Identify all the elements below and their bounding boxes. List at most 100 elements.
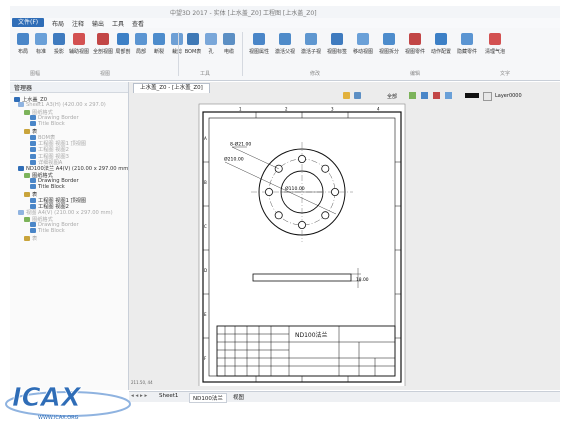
tree-node-icon	[30, 141, 36, 147]
line-weight-icon[interactable]	[483, 92, 492, 101]
sheet-tab-2[interactable]: ND100法兰	[189, 393, 227, 403]
view-toolbar: 全部 Layer0000	[309, 92, 559, 102]
view-label-button[interactable]: 视图标签	[324, 30, 350, 62]
tree-item[interactable]: Title Block	[30, 228, 65, 234]
tree-item[interactable]: Drawing Border	[30, 177, 79, 184]
bolt-hole	[330, 188, 339, 197]
tree-item[interactable]: Drawing Border	[30, 114, 79, 121]
icax-logo: ICAX WWW.ICAX.ORG	[5, 383, 131, 421]
motion-config-button[interactable]: 动作配置	[428, 30, 454, 62]
color-icon[interactable]	[409, 92, 416, 99]
tree-item-label: Sheet1 A3(H) (420.00 x 297.0)	[26, 102, 106, 109]
logo-url: WWW.ICAX.ORG	[38, 415, 79, 421]
tree-item-label: Drawing Border	[38, 222, 79, 228]
pencil-icon[interactable]	[343, 92, 350, 99]
tree-node-icon	[30, 204, 36, 210]
dim-pcd[interactable]: Ø210.00	[224, 156, 244, 163]
ribbon-separator	[242, 32, 243, 76]
tree-node-icon	[30, 114, 36, 120]
app-window: 中望3D 2017 - 实体 [上水盖_Z0] 工程图 [上水盖_Z0] 文件(…	[0, 0, 572, 428]
tree-item-label: Drawing Border	[38, 177, 79, 184]
tree-item[interactable]: Sheet1 A3(H) (420.00 x 297.0)	[18, 102, 106, 108]
menu-item-layout[interactable]: 布局	[52, 19, 64, 28]
tree-node-icon	[18, 166, 24, 172]
zone-row-c: C	[204, 224, 207, 229]
window-title: 中望3D 2017 - 实体 [上水盖_Z0] 工程图 [上水盖_Z0]	[170, 10, 317, 17]
tree-item[interactable]: Title Block	[30, 121, 65, 127]
split-view-icon	[383, 33, 395, 45]
view-part-button[interactable]: 视图零件	[402, 30, 428, 62]
ribbon-group-view: 视图	[100, 71, 111, 77]
dim-bore[interactable]: Ø110.00	[285, 185, 305, 192]
document-tab[interactable]: 上水盖_Z0 - [上水盖_Z0]	[133, 83, 210, 93]
view-cube-icon[interactable]	[354, 92, 361, 99]
zone-row-a: A	[204, 136, 207, 141]
manager-panel: 管理器 上水盖_Z0 Sheet1 A3(H) (420.00 x 297.0) 图…	[10, 82, 130, 390]
panel-title: 管理器	[14, 85, 33, 92]
dim-thickness[interactable]: 18.00	[356, 277, 369, 283]
split-view-button[interactable]: 视图拆分	[376, 30, 402, 62]
sheet-tab-3[interactable]: 视图	[233, 393, 244, 401]
tree-node-icon	[30, 160, 36, 165]
hide-part-icon	[461, 33, 473, 45]
view-properties-button[interactable]: 视图属性	[246, 30, 272, 62]
activate-child-button[interactable]: 激活子视	[298, 30, 324, 62]
tree-item-label: Title Block	[38, 184, 65, 191]
logo-text: ICAX	[12, 383, 83, 413]
hide-part-button[interactable]: 隐藏零件	[454, 30, 480, 62]
panel-header: 管理器	[10, 82, 128, 93]
ribbon-group-edit: 编辑	[410, 71, 421, 77]
aux-view-icon	[73, 33, 85, 45]
bolt-hole	[321, 164, 330, 173]
tree-item[interactable]: Title Block	[30, 184, 65, 190]
app-menu-button[interactable]: 文件(F)	[12, 18, 45, 27]
menu-item-annotate[interactable]: 注释	[72, 19, 84, 28]
bolt-hole	[297, 221, 306, 230]
activate-parent-button[interactable]: 激活父视	[272, 30, 298, 62]
move-view-button[interactable]: 移动视图	[350, 30, 376, 62]
sheet-tab-1[interactable]: Sheet1	[159, 393, 178, 399]
bolt-hole	[274, 211, 283, 220]
title-block-name: ND100法兰	[295, 331, 328, 339]
tree-node-icon	[30, 222, 36, 227]
clean-balloon-button[interactable]: 清理气泡	[482, 30, 508, 62]
move-view-icon	[357, 33, 369, 45]
motion-config-icon	[435, 33, 447, 45]
zone-row-d: D	[204, 268, 207, 273]
tree-item-label: Title Block	[38, 121, 65, 128]
aux-view-button[interactable]: 辅助视图	[66, 30, 92, 62]
tree-node-icon	[24, 235, 30, 241]
bolt-hole	[321, 211, 330, 220]
drawing-canvas[interactable]: 1 2 3 4 A B C D E F 8-Ø21.00 Ø210.00 Ø11…	[129, 102, 560, 386]
activate-child-icon	[305, 33, 317, 45]
layer-select[interactable]: Layer0000	[495, 93, 522, 99]
tree-node-icon	[30, 153, 36, 159]
view-properties-icon	[253, 33, 265, 45]
ribbon-separator	[178, 32, 179, 76]
menu-item-view[interactable]: 查看	[132, 19, 144, 28]
bolt-hole	[297, 155, 306, 164]
tree-node-icon	[30, 121, 36, 127]
style-icon[interactable]	[433, 92, 440, 99]
tree-item[interactable]: Drawing Border	[30, 222, 79, 228]
dim-bolt-holes[interactable]: 8-Ø21.00	[230, 141, 251, 148]
line-color-swatch[interactable]	[465, 93, 479, 98]
linetype-icon[interactable]	[421, 92, 428, 99]
tree-item[interactable]: 表	[24, 235, 37, 242]
ribbon-group-text: 文字	[500, 71, 511, 77]
snap-icon[interactable]	[445, 92, 452, 99]
ribbon-group-tools: 工具	[200, 71, 211, 77]
tree-node-icon	[30, 147, 36, 153]
menu-item-tools[interactable]: 工具	[112, 19, 124, 28]
document-area: 上水盖_Z0 - [上水盖_Z0] 全部 Layer0000 1 2 3 4 A…	[129, 82, 560, 390]
activate-parent-icon	[279, 33, 291, 45]
tree-node-icon	[30, 134, 36, 140]
tree-node-icon	[24, 216, 30, 222]
cable-button[interactable]: 电缆	[216, 30, 242, 62]
display-filter[interactable]: 全部	[387, 93, 397, 100]
menu-item-output[interactable]: 输出	[92, 19, 104, 28]
tree-node-icon	[14, 97, 20, 102]
tree-node-icon	[24, 109, 30, 115]
tree-node-icon	[24, 172, 30, 178]
tree-node-icon	[24, 191, 30, 197]
